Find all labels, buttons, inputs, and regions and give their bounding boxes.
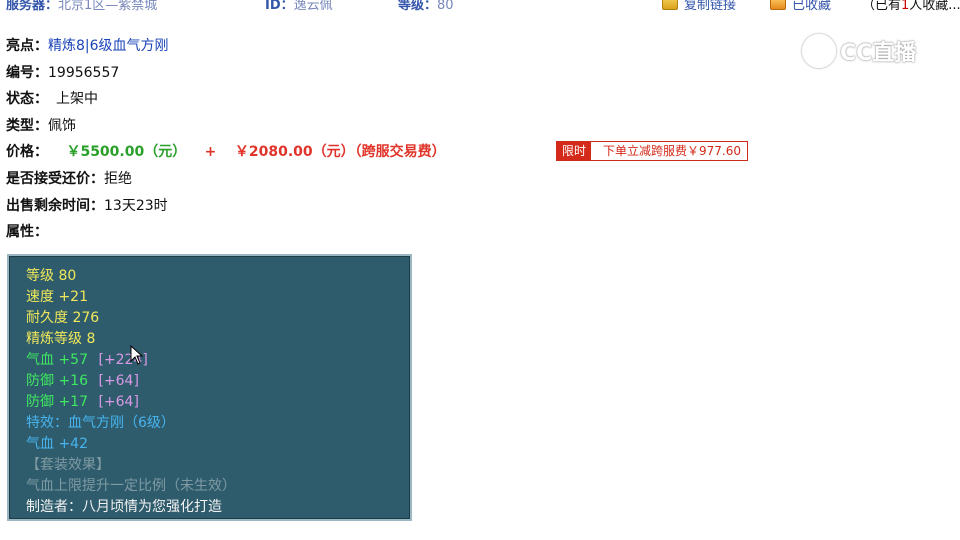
counter-offer-label: 是否接受还价： <box>6 171 104 187</box>
status-label: 状态： <box>6 91 48 107</box>
attr-level: 等级 80 <box>26 268 77 284</box>
favorite-icon <box>770 0 786 10</box>
cc-logo-icon <box>802 34 836 68</box>
attr-refine: 精炼等级 8 <box>26 331 96 347</box>
id-value: 逸云佩 <box>293 0 333 13</box>
favorite-button[interactable]: 已收藏 <box>770 0 831 13</box>
id-info: ID：逸云佩 <box>265 0 333 13</box>
promo-badge: 限时 下单立减跨服费￥977.60 <box>556 141 749 161</box>
attr-speed: 速度 +21 <box>26 289 88 305</box>
attr-durability: 耐久度 276 <box>26 310 100 326</box>
status-row: 状态： 上架中 <box>6 88 98 108</box>
attr-defense-1: 防御 +16 [+64] <box>26 370 139 390</box>
attr-hp-2: 气血 +42 <box>26 436 88 452</box>
attr-defense-2: 防御 +17 [+64] <box>26 391 139 411</box>
type-label: 类型： <box>6 118 48 134</box>
attr-hp-1-value: 气血 +57 <box>26 352 88 368</box>
highlight-row: 亮点：精炼8|6级血气方刚 <box>6 35 169 55</box>
listing-header-bar: 服务器：北京1区—紫禁城 ID：逸云佩 等级：80 复制链接 已收藏 （已有1人… <box>0 0 960 14</box>
mouse-cursor-icon <box>130 345 144 365</box>
level-value: 80 <box>437 0 454 13</box>
attributes-row: 属性： <box>6 221 48 241</box>
counter-offer-row: 是否接受还价：拒绝 <box>6 168 132 188</box>
copy-link-button[interactable]: 复制链接 <box>662 0 736 13</box>
status-value: 上架中 <box>56 91 98 107</box>
attr-defense-2-bonus: [+64] <box>98 394 139 410</box>
copy-icon <box>662 0 678 10</box>
server-label: 服务器： <box>6 0 59 13</box>
attr-set-description: 气血上限提升一定比例（未生效） <box>26 478 236 494</box>
attr-set-title: 【套装效果】 <box>26 457 110 473</box>
attr-defense-1-bonus: [+64] <box>98 373 139 389</box>
type-value: 佩饰 <box>48 118 76 134</box>
id-label: ID： <box>265 0 294 13</box>
item-attributes-panel: 等级 80 速度 +21 耐久度 276 精炼等级 8 气血 +57 [+224… <box>7 254 412 521</box>
watermark-text: CC直播 <box>840 41 917 66</box>
number-value: 19956557 <box>48 65 120 81</box>
remaining-time-label: 出售剩余时间： <box>6 198 104 214</box>
type-row: 类型：佩饰 <box>6 115 76 135</box>
price-row: 价格： ￥5500.00（元） + ￥2080.00（元）（跨服交易费） <box>6 141 446 161</box>
favorite-count: （已有1人收藏... <box>862 0 960 13</box>
number-row: 编号：19956557 <box>6 62 119 82</box>
price-cross-server-fee: ￥2080.00（元）（跨服交易费） <box>234 144 446 160</box>
attr-special-effect: 特效：血气方刚（6级） <box>26 415 175 431</box>
attr-defense-1-value: 防御 +16 <box>26 373 88 389</box>
price-plus: + <box>204 144 217 160</box>
server-value: 北京1区—紫禁城 <box>58 0 158 13</box>
level-label: 等级： <box>398 0 438 13</box>
remaining-time-row: 出售剩余时间：13天23时 <box>6 195 168 215</box>
level-info: 等级：80 <box>398 0 454 13</box>
promo-tag: 限时 <box>557 142 592 160</box>
server-info: 服务器：北京1区—紫禁城 <box>6 0 157 13</box>
highlight-label: 亮点： <box>6 38 48 54</box>
price-label: 价格： <box>6 144 48 160</box>
highlight-value[interactable]: 精炼8|6级血气方刚 <box>48 38 169 54</box>
attr-maker: 制造者：八月顷情为您强化打造 <box>26 499 222 515</box>
fav-suffix: 人收藏... <box>909 0 960 13</box>
price-main: ￥5500.00（元） <box>66 144 187 160</box>
counter-offer-value: 拒绝 <box>104 171 132 187</box>
promo-text: 下单立减跨服费￥977.60 <box>591 142 748 160</box>
remaining-time-value: 13天23时 <box>104 198 168 214</box>
attributes-label: 属性： <box>6 224 48 240</box>
attr-defense-2-value: 防御 +17 <box>26 394 88 410</box>
fav-prefix: （已有 <box>862 0 902 13</box>
cc-live-watermark: CC直播 <box>802 34 916 68</box>
number-label: 编号： <box>6 65 48 81</box>
favorite-label: 已收藏 <box>792 0 832 13</box>
copy-link-label: 复制链接 <box>684 0 737 13</box>
